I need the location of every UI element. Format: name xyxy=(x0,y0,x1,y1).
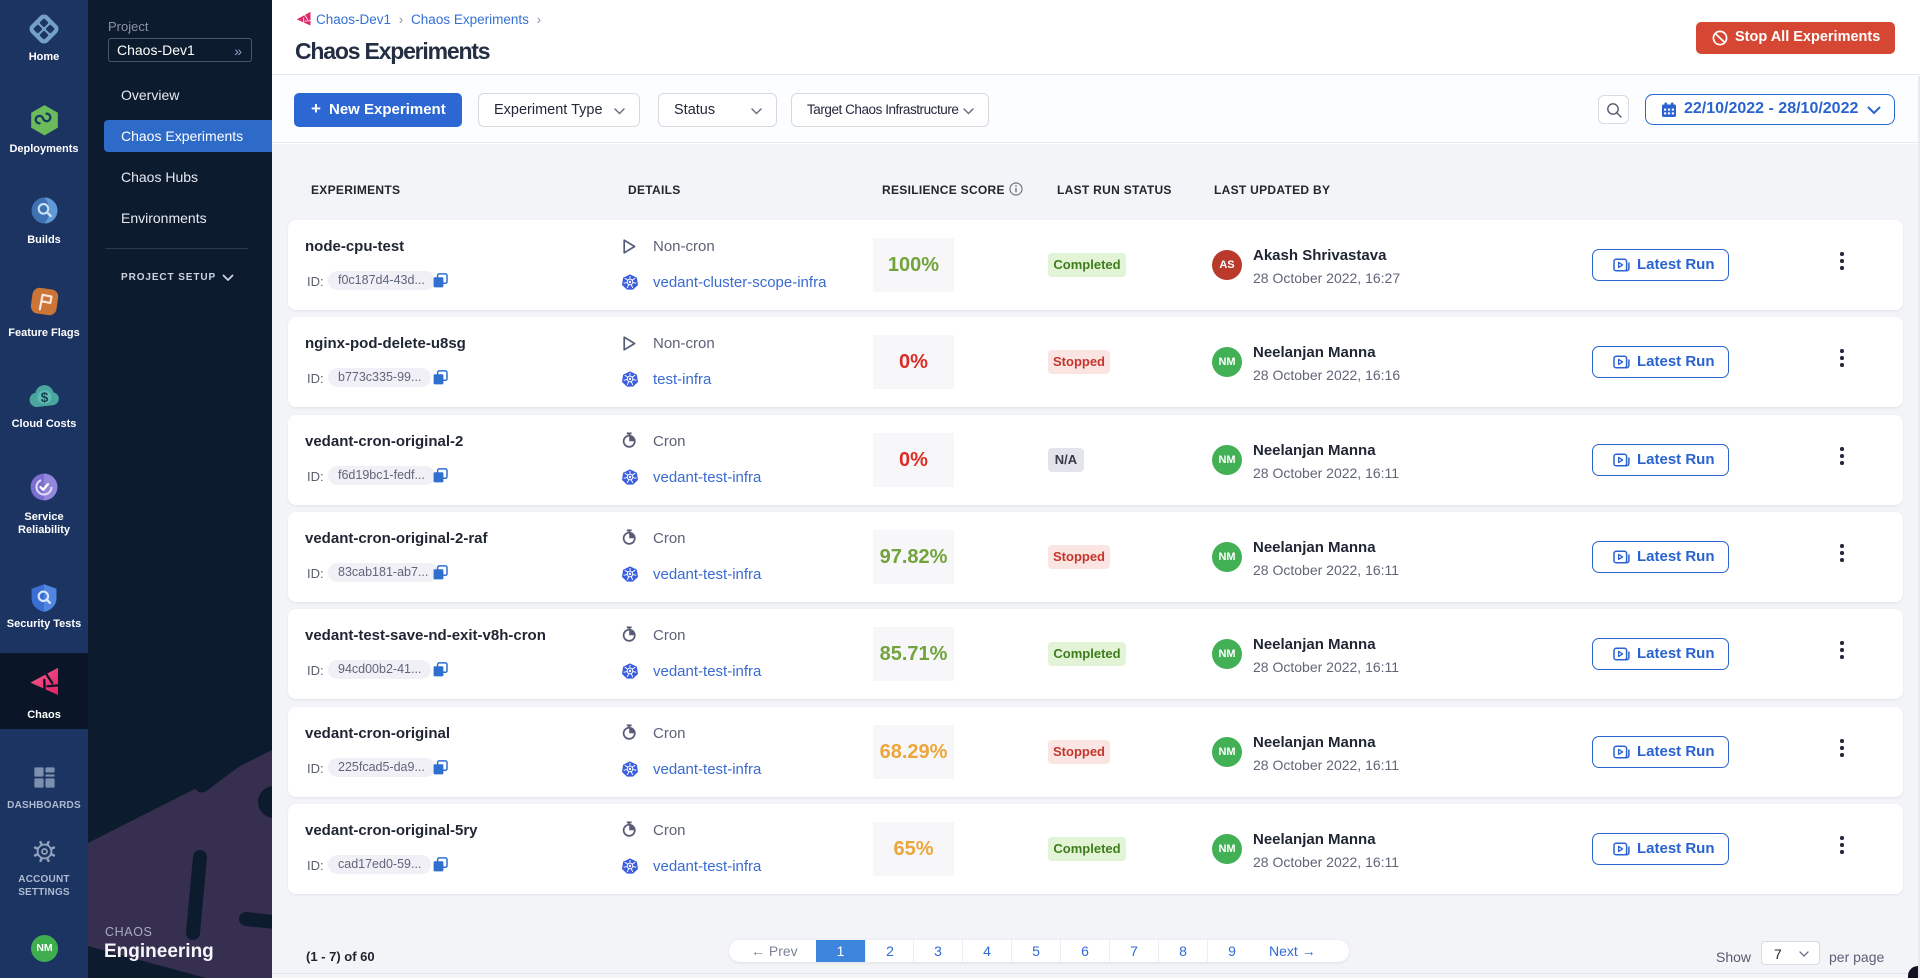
svg-text:$: $ xyxy=(40,390,48,405)
